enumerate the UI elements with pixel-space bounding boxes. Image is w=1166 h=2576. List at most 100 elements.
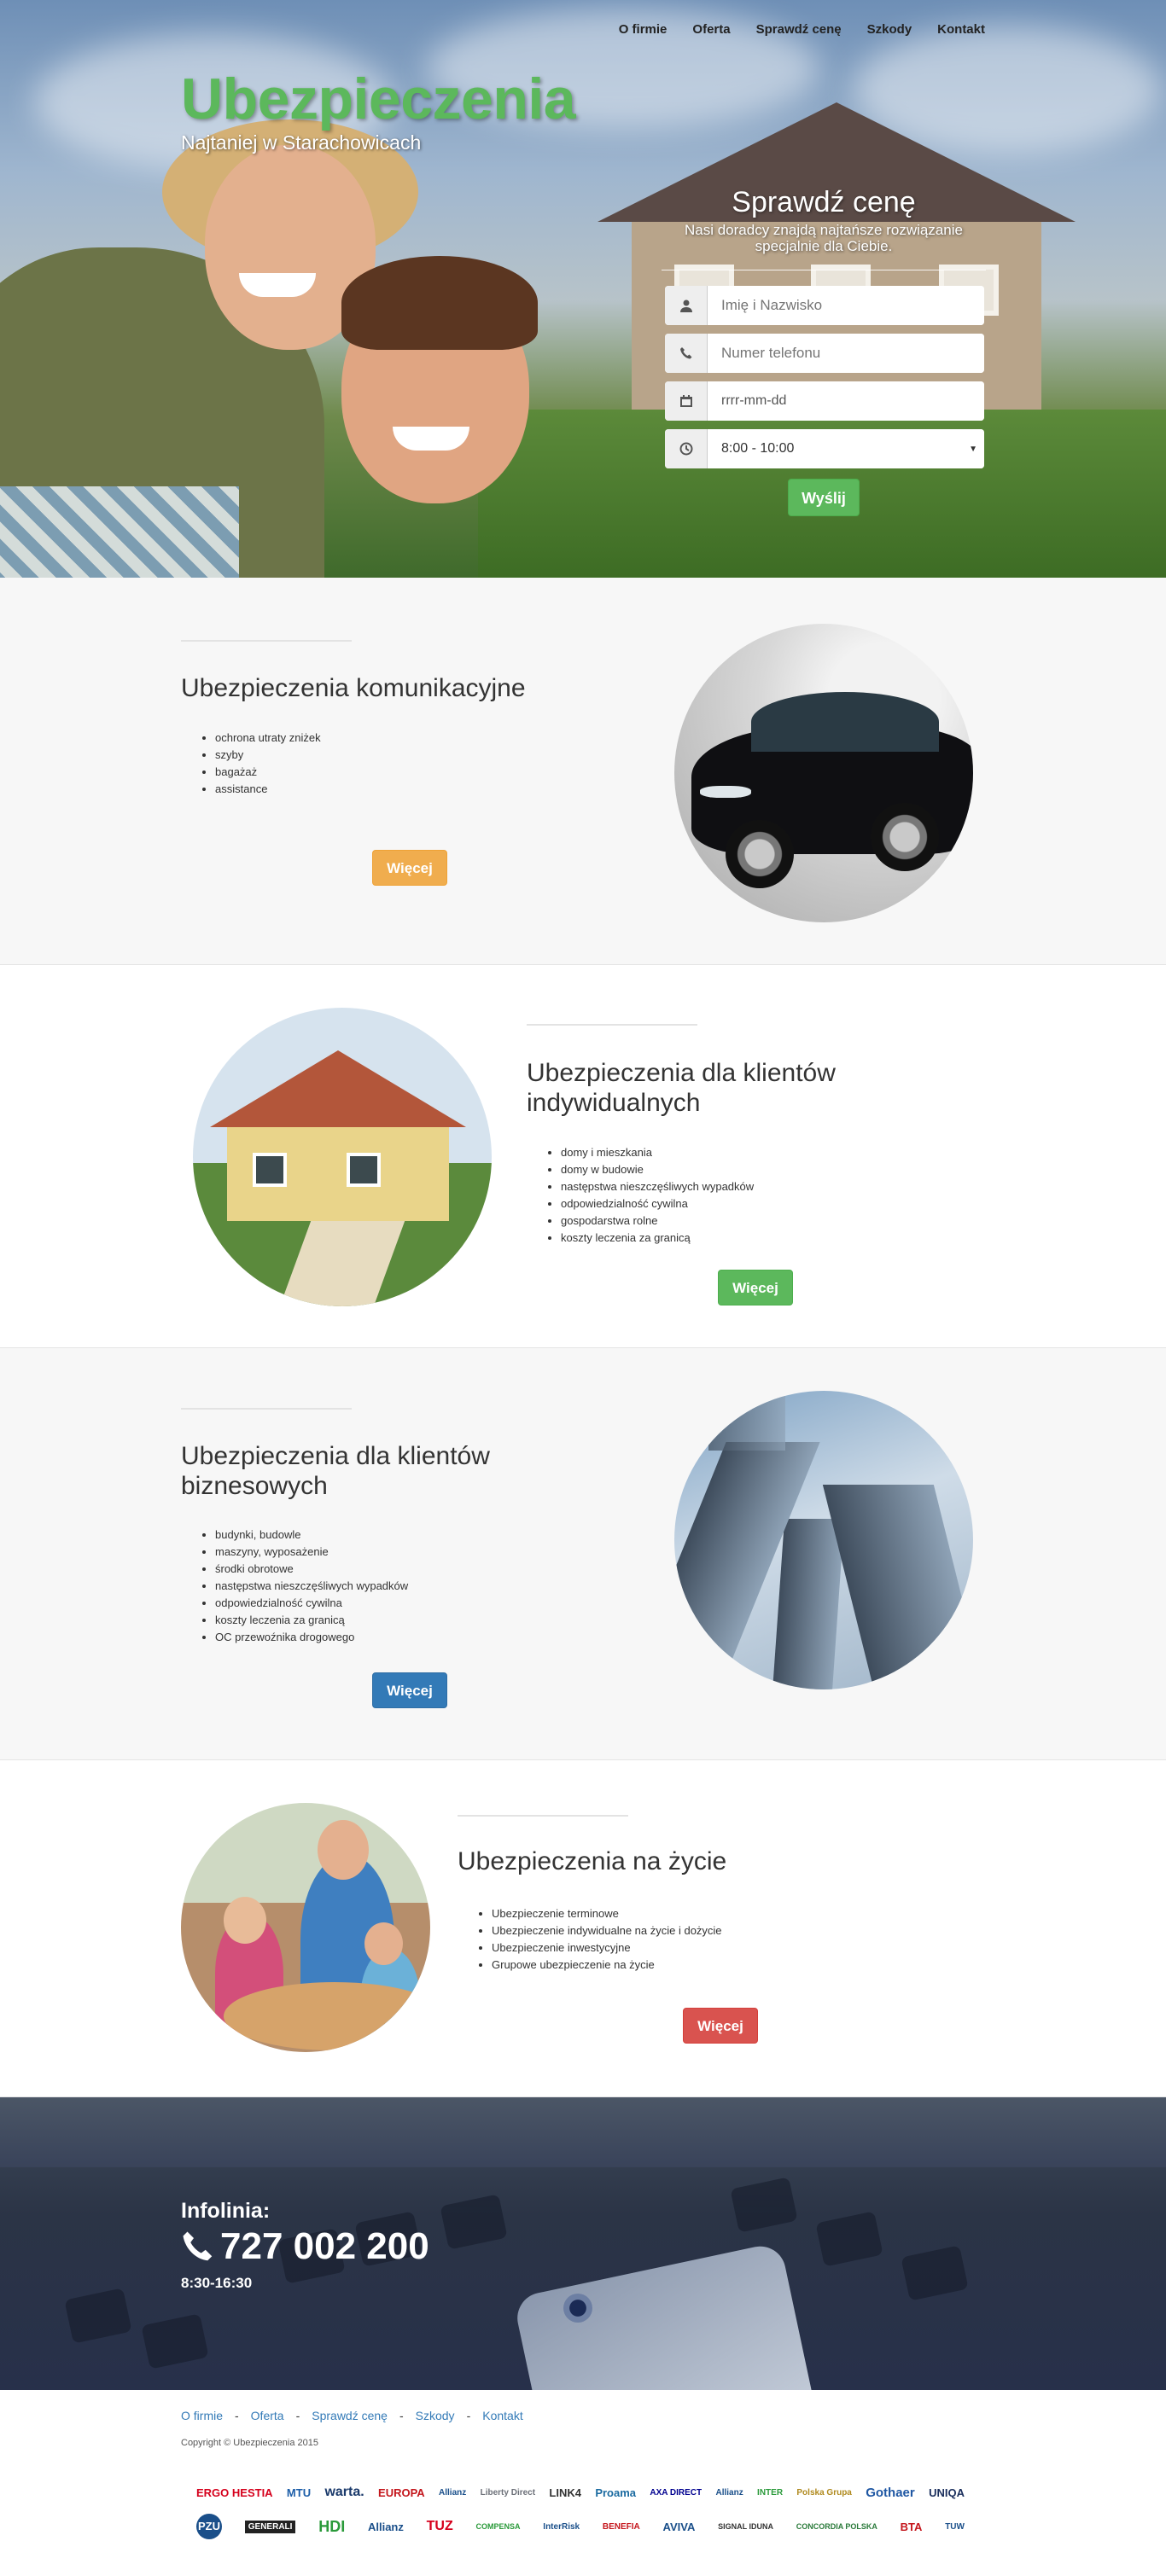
insurer-logo: HDI (318, 2517, 346, 2535)
list-item: Ubezpieczenie indywidualne na życie i do… (492, 1922, 722, 1939)
section-list: Ubezpieczenie terminowe Ubezpieczenie in… (475, 1905, 722, 1974)
nav-item-sprawdz-cene[interactable]: Sprawdź cenę (756, 22, 842, 37)
list-item: OC przewoźnika drogowego (215, 1629, 408, 1646)
footer-link-sprawdz-cene[interactable]: Sprawdź cenę (312, 2409, 388, 2422)
insurer-logo: GENERALI (244, 2520, 296, 2533)
footer-link-kontakt[interactable]: Kontakt (482, 2409, 522, 2422)
insurer-logo: UNIQA (929, 2486, 965, 2499)
insurer-logo: LINK4 (549, 2486, 581, 2499)
time-select-value: 8:00 - 10:00 (721, 441, 795, 456)
infoline-label: Infolinia: (181, 2199, 271, 2223)
infoline-hours: 8:30-16:30 (181, 2275, 253, 2291)
house-image (193, 1008, 492, 1306)
phone-icon (665, 334, 708, 374)
family-image (181, 1803, 430, 2052)
keyboard-decoration (730, 2177, 798, 2233)
car-image (674, 624, 973, 922)
time-select[interactable]: 8:00 - 10:00 ▼ (708, 429, 984, 469)
infoline-banner-decoration (0, 2097, 1166, 2167)
section-list: budynki, budowle maszyny, wyposażenie śr… (198, 1526, 408, 1646)
name-field-group (665, 286, 984, 326)
insurer-logo: MTU (286, 2486, 312, 2499)
more-button[interactable]: Więcej (372, 850, 447, 886)
phone-number-text: 727 002 200 (220, 2225, 429, 2267)
section-title-line: biznesowych (181, 1471, 328, 1500)
more-button[interactable]: Więcej (372, 1672, 447, 1708)
quote-form-subtitle: Nasi doradcy znajdą najtańsze rozwiązani… (662, 222, 986, 254)
more-button[interactable]: Więcej (718, 1270, 793, 1305)
insurer-logo: INTER (757, 2487, 784, 2497)
section-title-line: Ubezpieczenia dla klientów (527, 1059, 836, 1087)
date-field-group: rrrr-mm-dd (665, 381, 984, 422)
section-divider (527, 1024, 697, 1026)
list-item: Grupowe ubezpieczenie na życie (492, 1957, 722, 1974)
section-divider (181, 1408, 352, 1410)
list-item: budynki, budowle (215, 1526, 408, 1544)
insurer-logo: warta. (324, 2485, 364, 2499)
phone-input[interactable] (708, 334, 984, 374)
site-title: Ubezpieczenia (181, 67, 576, 131)
list-item: koszty leczenia za granicą (561, 1230, 754, 1247)
infoline-number[interactable]: 727 002 200 (181, 2225, 429, 2268)
hero-section: O firmie Oferta Sprawdź cenę Szkody Kont… (0, 0, 1166, 578)
list-item: assistance (215, 781, 321, 798)
footer-link-o-firmie[interactable]: O firmie (181, 2409, 223, 2422)
phone-icon (183, 2231, 213, 2261)
nav-item-kontakt[interactable]: Kontakt (937, 22, 985, 37)
insurer-logo: Polska Grupa (796, 2487, 852, 2497)
insurer-logo: SIGNAL IDUNA (718, 2522, 773, 2531)
footer: O firmie - Oferta - Sprawdź cenę - Szkod… (0, 2390, 1166, 2560)
list-item: domy i mieszkania (561, 1144, 754, 1161)
quote-form-subtitle-line: Nasi doradcy znajdą najtańsze rozwiązani… (684, 222, 963, 238)
section-biznesowych: Ubezpieczenia dla klientów biznesowych b… (0, 1348, 1166, 1760)
insurer-logo: InterRisk (543, 2521, 580, 2532)
camera-lens-decoration (563, 2294, 592, 2323)
date-input[interactable]: rrrr-mm-dd (708, 381, 984, 422)
list-item: Ubezpieczenie terminowe (492, 1905, 722, 1922)
section-title: Ubezpieczenia dla klientów biznesowych (181, 1442, 490, 1501)
insurer-logo: Liberty Direct (480, 2487, 536, 2497)
keyboard-decoration (901, 2245, 969, 2301)
quote-form: Sprawdź cenę Nasi doradcy znajdą najtańs… (662, 186, 986, 517)
name-input[interactable] (708, 286, 984, 326)
list-item: środki obrotowe (215, 1561, 408, 1578)
section-title: Ubezpieczenia komunikacyjne (181, 674, 526, 702)
footer-link-oferta[interactable]: Oferta (251, 2409, 284, 2422)
nav-item-oferta[interactable]: Oferta (692, 22, 730, 37)
insurer-logo: Gothaer (866, 2485, 915, 2500)
section-divider (181, 640, 352, 642)
insurer-logo: AVIVA (662, 2520, 696, 2533)
copyright: Copyright © Ubezpieczenia 2015 (181, 2438, 318, 2448)
nav-item-szkody[interactable]: Szkody (867, 22, 912, 37)
insurer-logo: BENEFIA (602, 2521, 640, 2532)
section-title-line: indywidualnych (527, 1088, 701, 1117)
list-item: gospodarstwa rolne (561, 1212, 754, 1230)
nav-item-o-firmie[interactable]: O firmie (619, 22, 668, 37)
insurer-logo: TUZ (426, 2519, 453, 2533)
calendar-icon (665, 381, 708, 422)
section-title: Ubezpieczenia dla klientów indywidualnyc… (527, 1059, 836, 1118)
section-list: ochrona utraty zniżek szyby bagażaż assi… (198, 730, 321, 798)
brand-block: Ubezpieczenia Najtaniej w Starachowicach (181, 67, 576, 154)
more-button[interactable]: Więcej (683, 2008, 758, 2044)
logo-row: PZU GENERALI HDI Allianz TUZ COMPENSA In… (196, 2509, 965, 2544)
keyboard-decoration (64, 2288, 132, 2344)
insurer-logos: ERGO HESTIA MTU warta. EUROPA Allianz Li… (196, 2475, 965, 2544)
logo-row: ERGO HESTIA MTU warta. EUROPA Allianz Li… (196, 2475, 965, 2509)
insurer-logo: Proama (595, 2486, 637, 2499)
submit-button[interactable]: Wyślij (788, 479, 860, 517)
footer-separator: - (399, 2409, 404, 2422)
clock-icon (665, 429, 708, 469)
list-item: szyby (215, 747, 321, 764)
list-item: bagażaż (215, 764, 321, 781)
nav-menu: O firmie Oferta Sprawdź cenę Szkody Kont… (593, 22, 985, 37)
skyscrapers-image (674, 1391, 973, 1689)
insurer-logo: Allianz (367, 2520, 404, 2533)
section-zycie: Ubezpieczenia na życie Ubezpieczenie ter… (0, 1760, 1166, 2097)
section-title: Ubezpieczenia na życie (458, 1847, 727, 1875)
list-item: następstwa nieszczęśliwych wypadków (215, 1578, 408, 1595)
insurer-logo: CONCORDIA POLSKA (796, 2522, 877, 2531)
insurer-logo: Allianz (439, 2487, 467, 2497)
footer-link-szkody[interactable]: Szkody (416, 2409, 455, 2422)
footer-separator: - (295, 2409, 300, 2422)
